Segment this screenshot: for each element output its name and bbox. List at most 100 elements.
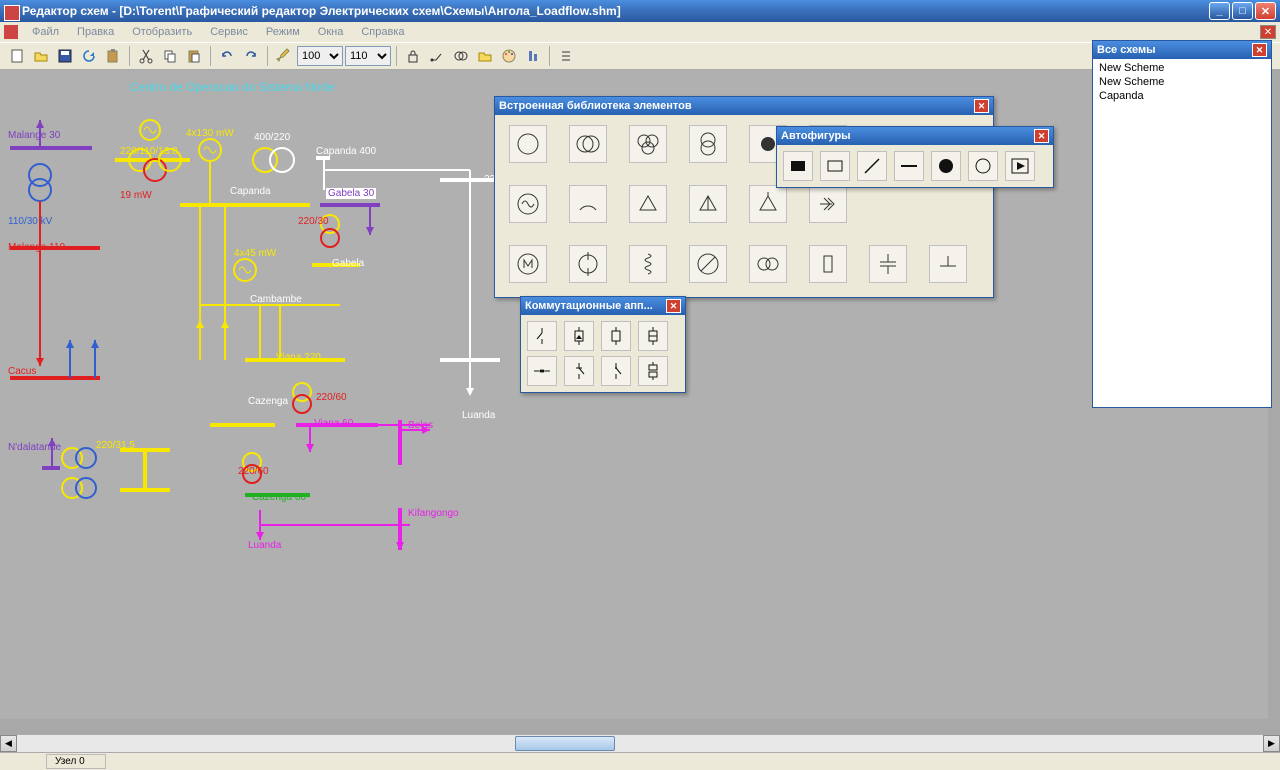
label-capanda400: Capanda 400: [316, 146, 376, 157]
lib-rect2-icon[interactable]: [809, 245, 847, 283]
label-400-220: 400/220: [254, 132, 290, 143]
sw1-icon[interactable]: [527, 321, 557, 351]
menu-mode[interactable]: Режим: [258, 24, 308, 40]
lib-circdiag-icon[interactable]: [689, 245, 727, 283]
palette-autoshapes[interactable]: Автофигуры✕: [776, 126, 1054, 188]
menu-service[interactable]: Сервис: [202, 24, 256, 40]
lib-circarrow-icon[interactable]: [569, 245, 607, 283]
title-bar: Редактор схем - [D:\Torent\Графический р…: [0, 0, 1280, 22]
scheme-panel-close[interactable]: ✕: [1252, 43, 1267, 57]
lib-tridot-icon[interactable]: [689, 185, 727, 223]
label-cazenga60: Cazenga 60: [252, 492, 306, 503]
tool-align[interactable]: [522, 45, 544, 67]
zoom-select-2[interactable]: 110: [345, 46, 391, 66]
tool-switch[interactable]: [426, 45, 448, 67]
shape-rect-icon[interactable]: [820, 151, 850, 181]
paste-special-button[interactable]: [102, 45, 124, 67]
scroll-right-icon[interactable]: ▶: [1263, 735, 1280, 752]
label-cacus: Cacus: [8, 366, 36, 377]
palette-library-close[interactable]: ✕: [974, 99, 989, 113]
shape-diag-icon[interactable]: [857, 151, 887, 181]
minimize-button[interactable]: _: [1209, 2, 1230, 20]
shape-disc-icon[interactable]: [931, 151, 961, 181]
shape-line-icon[interactable]: [894, 151, 924, 181]
palette-switch[interactable]: Коммутационные апп...✕: [520, 296, 686, 393]
sw7-icon[interactable]: [601, 356, 631, 386]
palette-autoshapes-close[interactable]: ✕: [1034, 129, 1049, 143]
menu-edit[interactable]: Правка: [69, 24, 122, 40]
sw3-icon[interactable]: [601, 321, 631, 351]
lib-gen-icon[interactable]: [509, 185, 547, 223]
label-4x45: 4x45 mW: [234, 248, 276, 259]
status-node: Узел 0: [46, 754, 106, 769]
sw6-icon[interactable]: [564, 356, 594, 386]
scheme-list: New Scheme New Scheme Capanda: [1093, 59, 1271, 105]
label-220-60a: 220/60: [316, 392, 347, 403]
sw4-icon[interactable]: [638, 321, 668, 351]
zoom-select-1[interactable]: 100: [297, 46, 343, 66]
scheme-item[interactable]: New Scheme: [1095, 61, 1269, 75]
redo-button[interactable]: [240, 45, 262, 67]
palette-switch-close[interactable]: ✕: [666, 299, 681, 313]
menu-bar: Файл Правка Отобразить Сервис Режим Окна…: [0, 22, 1280, 42]
lib-cap-icon[interactable]: [869, 245, 907, 283]
menu-view[interactable]: Отобразить: [124, 24, 200, 40]
copy-button[interactable]: [159, 45, 181, 67]
lib-2circv-icon[interactable]: [689, 125, 727, 163]
refresh-button[interactable]: [78, 45, 100, 67]
label-cambambe: Cambambe: [250, 294, 302, 305]
save-button[interactable]: [54, 45, 76, 67]
canvas-area[interactable]: Centro de Operacao do Sistema Norte: [0, 70, 1280, 734]
lib-halfcirc-icon[interactable]: [569, 185, 607, 223]
lib-circle-icon[interactable]: [509, 125, 547, 163]
scheme-panel-title: Все схемы: [1097, 44, 1252, 56]
scroll-thumb[interactable]: [515, 736, 615, 751]
menu-file[interactable]: Файл: [24, 24, 67, 40]
label-belas: Belas: [408, 420, 433, 431]
lib-gnd-icon[interactable]: [929, 245, 967, 283]
lib-tri-icon[interactable]: [629, 185, 667, 223]
shape-circ-icon[interactable]: [968, 151, 998, 181]
scheme-item[interactable]: New Scheme: [1095, 75, 1269, 89]
label-kifangongo: Kifangongo: [408, 508, 459, 519]
label-gabela30: Gabela 30: [326, 188, 376, 199]
cut-button[interactable]: [135, 45, 157, 67]
label-viana220: Viana 220: [276, 352, 321, 363]
label-viana60: Viana 60: [314, 418, 353, 429]
lib-2circsmall-icon[interactable]: [749, 245, 787, 283]
lib-arrow-icon[interactable]: [809, 185, 847, 223]
label-malange110: Malange 110: [8, 242, 65, 253]
lib-2circ-icon[interactable]: [569, 125, 607, 163]
shape-rect-fill-icon[interactable]: [783, 151, 813, 181]
lib-motor-icon[interactable]: [509, 245, 547, 283]
open-button[interactable]: [30, 45, 52, 67]
tool-list[interactable]: [555, 45, 577, 67]
new-button[interactable]: [6, 45, 28, 67]
scheme-panel[interactable]: Все схемы✕ New Scheme New Scheme Capanda: [1092, 40, 1272, 408]
tool-overlap[interactable]: [450, 45, 472, 67]
close-button[interactable]: ✕: [1255, 2, 1276, 20]
lib-coil-icon[interactable]: [629, 245, 667, 283]
menu-windows[interactable]: Окна: [310, 24, 352, 40]
pencil-tool[interactable]: [273, 45, 295, 67]
scheme-item[interactable]: Capanda: [1095, 89, 1269, 103]
lib-tri2-icon[interactable]: [749, 185, 787, 223]
tool-folder[interactable]: [474, 45, 496, 67]
scroll-track[interactable]: [17, 735, 1263, 752]
sw8-icon[interactable]: [638, 356, 668, 386]
scroll-left-icon[interactable]: ◀: [0, 735, 17, 752]
label-19mw: 19 mW: [120, 190, 152, 201]
lib-3circ-icon[interactable]: [629, 125, 667, 163]
menu-help[interactable]: Справка: [353, 24, 412, 40]
paste-button[interactable]: [183, 45, 205, 67]
maximize-button[interactable]: □: [1232, 2, 1253, 20]
child-close-button[interactable]: ✕: [1260, 25, 1276, 39]
tool-palette[interactable]: [498, 45, 520, 67]
tool-lock[interactable]: [402, 45, 424, 67]
sw2-icon[interactable]: [564, 321, 594, 351]
horizontal-scrollbar[interactable]: ◀ ▶: [0, 734, 1280, 752]
shape-play-icon[interactable]: [1005, 151, 1035, 181]
sw5-icon[interactable]: [527, 356, 557, 386]
label-220-60b: 220/60: [238, 466, 269, 477]
undo-button[interactable]: [216, 45, 238, 67]
